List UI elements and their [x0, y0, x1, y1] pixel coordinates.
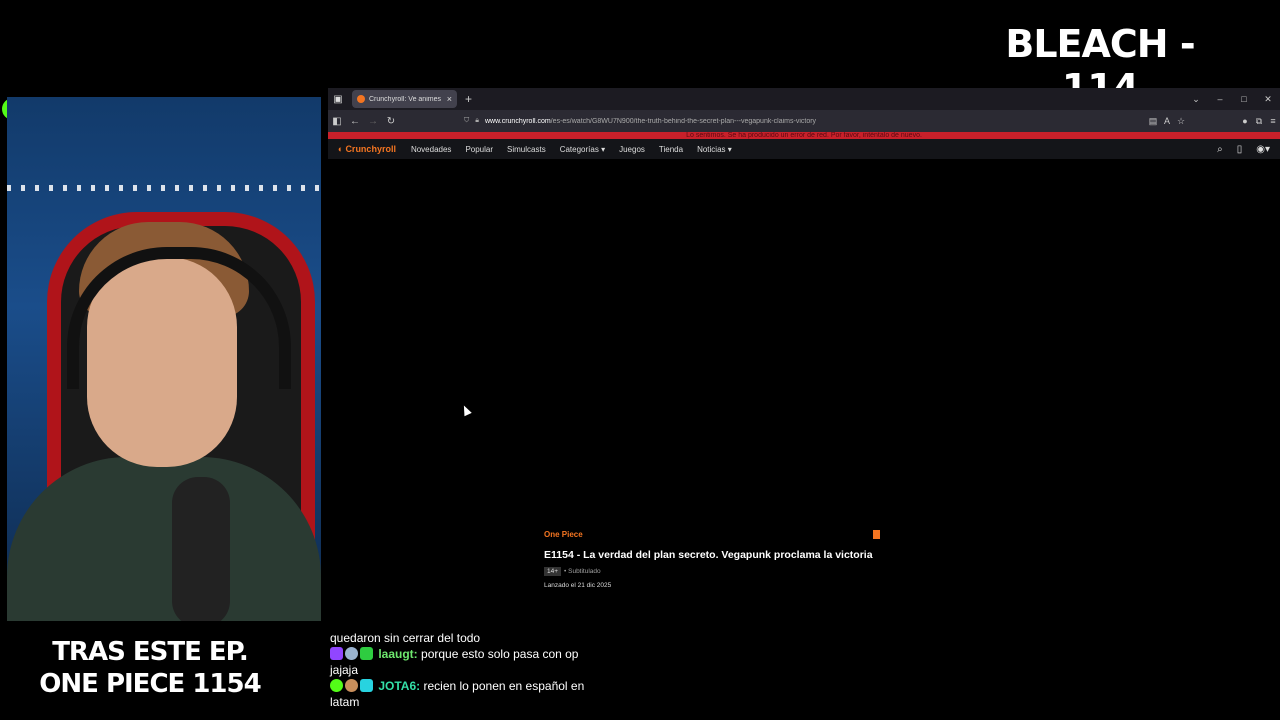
- caption-line-2: ONE PIECE 1154: [39, 669, 261, 699]
- microphone: [172, 477, 230, 621]
- avatar[interactable]: ◉▾: [1256, 144, 1270, 155]
- chat-username: JOTA6:: [378, 679, 421, 693]
- search-icon[interactable]: ⌕: [1217, 144, 1223, 155]
- new-tab-button[interactable]: +: [465, 92, 472, 106]
- chat-username: laaugt:: [378, 647, 418, 661]
- sidebar-toggle-icon[interactable]: ◧: [328, 116, 346, 127]
- maturity-rating: 14+: [544, 567, 562, 576]
- browser-window: ▣ Crunchyroll: Ve animes popula... × + ⌄…: [328, 88, 1280, 600]
- account-icon[interactable]: ●: [1238, 116, 1252, 127]
- navigation-bar: ◧ ← → ↻ ⛉ 🔒︎ www.crunchyroll.com/es-es/w…: [328, 110, 1280, 132]
- forward-button[interactable]: →: [364, 116, 382, 127]
- bookmark-star-icon[interactable]: ☆: [1174, 116, 1188, 127]
- tab-overflow-icon[interactable]: ⌄: [1184, 94, 1208, 105]
- chevron-down-icon: ▾: [601, 144, 606, 154]
- stream-caption: TRAS ESTE EP. ONE PIECE 1154: [0, 636, 300, 700]
- menu-icon[interactable]: ≡: [1266, 116, 1280, 127]
- nav-categorias[interactable]: Categorías ▾: [560, 145, 605, 154]
- tab-title: Crunchyroll: Ve animes popula...: [369, 95, 443, 103]
- reader-view-icon[interactable]: ▤: [1146, 116, 1160, 127]
- nav-tienda[interactable]: Tienda: [659, 145, 683, 154]
- webcam-feed: [7, 97, 321, 621]
- subscriber-badge-icon: [345, 647, 358, 660]
- shield-icon: ⛉: [464, 117, 470, 124]
- translate-icon[interactable]: A: [1160, 116, 1174, 127]
- release-date: Lanzado el 21 dic 2025: [544, 582, 612, 589]
- extensions-icon[interactable]: ⧉: [1252, 116, 1266, 127]
- close-tab-icon[interactable]: ×: [447, 94, 452, 104]
- twitch-badge-icon: [330, 647, 343, 660]
- minimize-button[interactable]: –: [1208, 94, 1232, 105]
- chat-cutoff-line: .: [329, 623, 333, 630]
- stream-chat: . quedaron sin cerrar del todo laaugt: p…: [329, 622, 599, 714]
- bookmark-icon[interactable]: ▯: [1237, 144, 1243, 155]
- sword-badge-icon: [360, 647, 373, 660]
- crunchyroll-logo-icon: ◐: [338, 144, 344, 154]
- nav-noticias[interactable]: Noticias ▾: [697, 145, 732, 154]
- video-player[interactable]: [328, 159, 1280, 519]
- chat-message: laaugt: porque esto solo pasa con op jaj…: [329, 646, 599, 678]
- nav-simulcasts[interactable]: Simulcasts: [507, 145, 546, 154]
- network-error-banner: Lo sentimos. Se ha producido un error de…: [328, 132, 1280, 139]
- back-button[interactable]: ←: [346, 116, 364, 127]
- episode-info: One Piece E1154 - La verdad del plan sec…: [544, 530, 880, 589]
- crunchyroll-favicon-icon: [357, 95, 365, 103]
- chat-message: quedaron sin cerrar del todo: [330, 631, 481, 645]
- series-link[interactable]: One Piece: [544, 530, 880, 539]
- chat-message: JOTA6: recien lo ponen en español en lat…: [329, 678, 599, 710]
- url-domain: www.crunchyroll.com: [484, 117, 551, 125]
- url-path: /es-es/watch/G8WU7N900/the-truth-behind-…: [550, 117, 817, 125]
- nav-popular[interactable]: Popular: [465, 145, 493, 154]
- user-avatar-icon: [345, 679, 358, 692]
- lock-icon: 🔒︎: [475, 117, 479, 124]
- url-bar[interactable]: ⛉ 🔒︎ www.crunchyroll.com/es-es/watch/G8W…: [464, 113, 1114, 129]
- nav-juegos[interactable]: Juegos: [619, 145, 645, 154]
- custom-badge-icon: [360, 679, 373, 692]
- crunchyroll-header: ◐ Crunchyroll Novedades Popular Simulcast…: [328, 139, 1280, 159]
- close-window-button[interactable]: ✕: [1256, 94, 1280, 105]
- kick-badge-icon: [330, 679, 343, 692]
- crunchyroll-logo[interactable]: ◐ Crunchyroll: [338, 144, 396, 154]
- audio-type: • Subtitulado: [564, 568, 601, 575]
- episode-title: E1154 - La verdad del plan secreto. Vega…: [544, 549, 873, 561]
- tab-list-icon[interactable]: ▣: [328, 94, 348, 105]
- reload-button[interactable]: ↻: [382, 116, 400, 127]
- caption-line-1: TRAS ESTE EP.: [52, 637, 249, 667]
- chevron-down-icon: ▾: [727, 144, 732, 154]
- tab-bar: ▣ Crunchyroll: Ve animes popula... × + ⌄…: [328, 88, 1280, 110]
- tab-crunchyroll[interactable]: Crunchyroll: Ve animes popula... ×: [352, 90, 457, 108]
- mouse-cursor-icon: [460, 403, 472, 417]
- maximize-button[interactable]: □: [1232, 94, 1256, 105]
- watchlist-bookmark-icon[interactable]: [873, 530, 880, 539]
- nav-novedades[interactable]: Novedades: [411, 145, 451, 154]
